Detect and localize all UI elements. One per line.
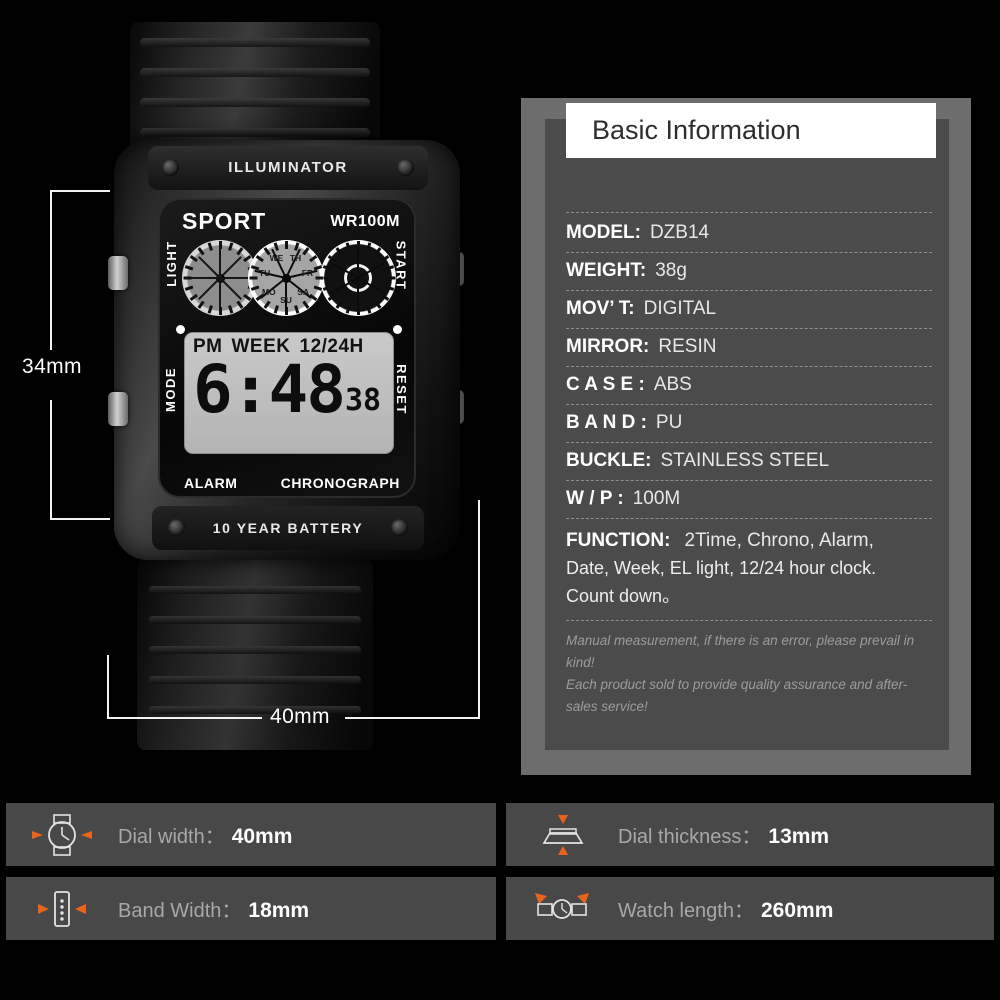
dial-label-alarm: ALARM (184, 475, 238, 491)
dial-button-label-reset: RESET (394, 364, 410, 415)
spec-panel-title: Basic Information (592, 115, 801, 145)
card-value: 13mm (768, 825, 830, 848)
card-label: Dial width： (118, 826, 225, 848)
measurement-card-band-width: Band Width： 18mm (6, 877, 496, 940)
infographic-canvas: ILLUMINATOR SPORT WR100M LIGHT START MOD… (0, 0, 1000, 1000)
function-line-1: 2Time, Chrono, Alarm, (684, 530, 874, 551)
dial-button-label-light: LIGHT (163, 240, 179, 287)
dim-height-label: 34mm (22, 355, 82, 378)
spec-row-key: BUCKLE: (566, 450, 652, 471)
spec-row: MIRROR: RESIN (566, 336, 932, 367)
spec-row: MODEL: DZB14 (566, 212, 932, 253)
dim-width-line-left (107, 717, 262, 719)
spec-row-list: MODEL: DZB14 WEIGHT: 38g MOV’ T: DIGITAL… (566, 212, 932, 718)
function-line-2: Date, Week, EL light, 12/24 hour clock. (566, 558, 877, 579)
dim-width-label: 40mm (270, 705, 330, 728)
spec-row-value: RESIN (658, 336, 717, 357)
function-line-3: Count down。 (566, 586, 681, 607)
dial-label-chronograph: CHRONOGRAPH (280, 475, 400, 491)
card-label: Dial thickness： (618, 826, 762, 848)
dial-brand-text: SPORT (182, 208, 267, 234)
spec-row-value: DZB14 (649, 222, 710, 243)
watch-case: ILLUMINATOR SPORT WR100M LIGHT START MOD… (106, 140, 506, 560)
dim-height-tick-top (50, 190, 110, 192)
spec-row-value: 100M (632, 488, 681, 509)
spec-note-1: Manual measurement, if there is an error… (566, 633, 915, 671)
spec-row-key: B A N D : (566, 412, 647, 433)
measurement-card-watch-length: Watch length： 260mm (506, 877, 994, 940)
spec-row-value: STAINLESS STEEL (660, 450, 830, 471)
spec-row-key: W / P : (566, 488, 624, 509)
pusher-bottom-left (108, 392, 128, 426)
lcd-display: PM WEEK 12/24H 6:48 38 (184, 332, 394, 454)
card-label: Watch length： (618, 900, 754, 922)
dim-width-tick-left (107, 655, 109, 719)
dim-width-line-right (345, 717, 480, 719)
dim-width-tick-right (478, 500, 480, 719)
watch-band-icon (6, 887, 118, 931)
function-key: FUNCTION: (566, 530, 671, 551)
bezel-illuminator-text: ILLUMINATOR (228, 159, 348, 176)
dial-dot-left (176, 325, 185, 334)
watch-product-photo: ILLUMINATOR SPORT WR100M LIGHT START MOD… (0, 0, 510, 790)
subdial-weekday: SU MO TU WE TH FR SA (248, 240, 324, 316)
spec-row-key: MOV’ T: (566, 298, 635, 319)
watch-profile-icon (506, 813, 618, 857)
spec-row: B A N D : PU (566, 412, 932, 443)
weekday-label: TU (258, 268, 271, 279)
watch-length-icon (506, 887, 618, 931)
dial-dot-right (393, 325, 402, 334)
spec-note-2: Each product sold to provide quality ass… (566, 676, 908, 714)
card-value: 40mm (231, 825, 293, 848)
weekday-label: TH (289, 253, 302, 264)
subdial-left (182, 240, 258, 316)
spec-row-key: C A S E : (566, 374, 645, 395)
spec-row-key: WEIGHT: (566, 260, 647, 281)
dial-button-label-mode: MODE (163, 367, 178, 412)
measurement-card-dial-thickness: Dial thickness： 13mm (506, 803, 994, 866)
watch-dial-face: SPORT WR100M LIGHT START MODE RESET SU M… (158, 198, 416, 498)
watch-strap-bottom (137, 560, 373, 750)
dim-height-line-lower (50, 400, 52, 520)
spec-row-key: MODEL: (566, 222, 641, 243)
weekday-label: SU (280, 295, 292, 305)
dial-water-resist-text: WR100M (330, 213, 400, 230)
watch-dial-icon (6, 813, 118, 857)
spec-row-value: PU (655, 412, 683, 433)
pusher-top-left (108, 256, 128, 290)
watch-bezel: ILLUMINATOR SPORT WR100M LIGHT START MOD… (108, 140, 460, 560)
lcd-time: 6:48 (193, 351, 346, 428)
bezel-battery-text: 10 YEAR BATTERY (212, 520, 364, 536)
measurement-card-dial-width: Dial width： 40mm (6, 803, 496, 866)
spec-row-key: MIRROR: (566, 336, 650, 357)
dim-height-line-upper (50, 190, 52, 350)
weekday-label: SA (297, 286, 310, 297)
card-value: 260mm (761, 899, 834, 922)
spec-row-value: DIGITAL (643, 298, 717, 319)
subdial-right (320, 240, 396, 316)
weekday-label: WE (269, 253, 284, 264)
dim-height-tick-bottom (50, 518, 110, 520)
spec-row: W / P : 100M (566, 488, 932, 519)
spec-row-value: ABS (653, 374, 692, 395)
bezel-top-plate: ILLUMINATOR (148, 146, 428, 190)
lcd-seconds: 38 (344, 382, 382, 418)
bezel-bottom-plate: 10 YEAR BATTERY (152, 506, 424, 550)
card-value: 18mm (248, 899, 310, 922)
spec-row: BUCKLE: STAINLESS STEEL (566, 450, 932, 481)
spec-row: C A S E : ABS (566, 374, 932, 405)
weekday-label: FR (301, 268, 314, 279)
spec-panel-title-bar: Basic Information (566, 103, 936, 158)
spec-row-function: FUNCTION: 2Time, Chrono, Alarm, Date, We… (566, 526, 932, 622)
subdial-group: SU MO TU WE TH FR SA (182, 240, 396, 320)
spec-row-value: 38g (655, 260, 687, 281)
card-label: Band Width： (118, 900, 242, 922)
spec-row: WEIGHT: 38g (566, 260, 932, 291)
weekday-label: MO (261, 286, 276, 297)
spec-row: MOV’ T: DIGITAL (566, 298, 932, 329)
